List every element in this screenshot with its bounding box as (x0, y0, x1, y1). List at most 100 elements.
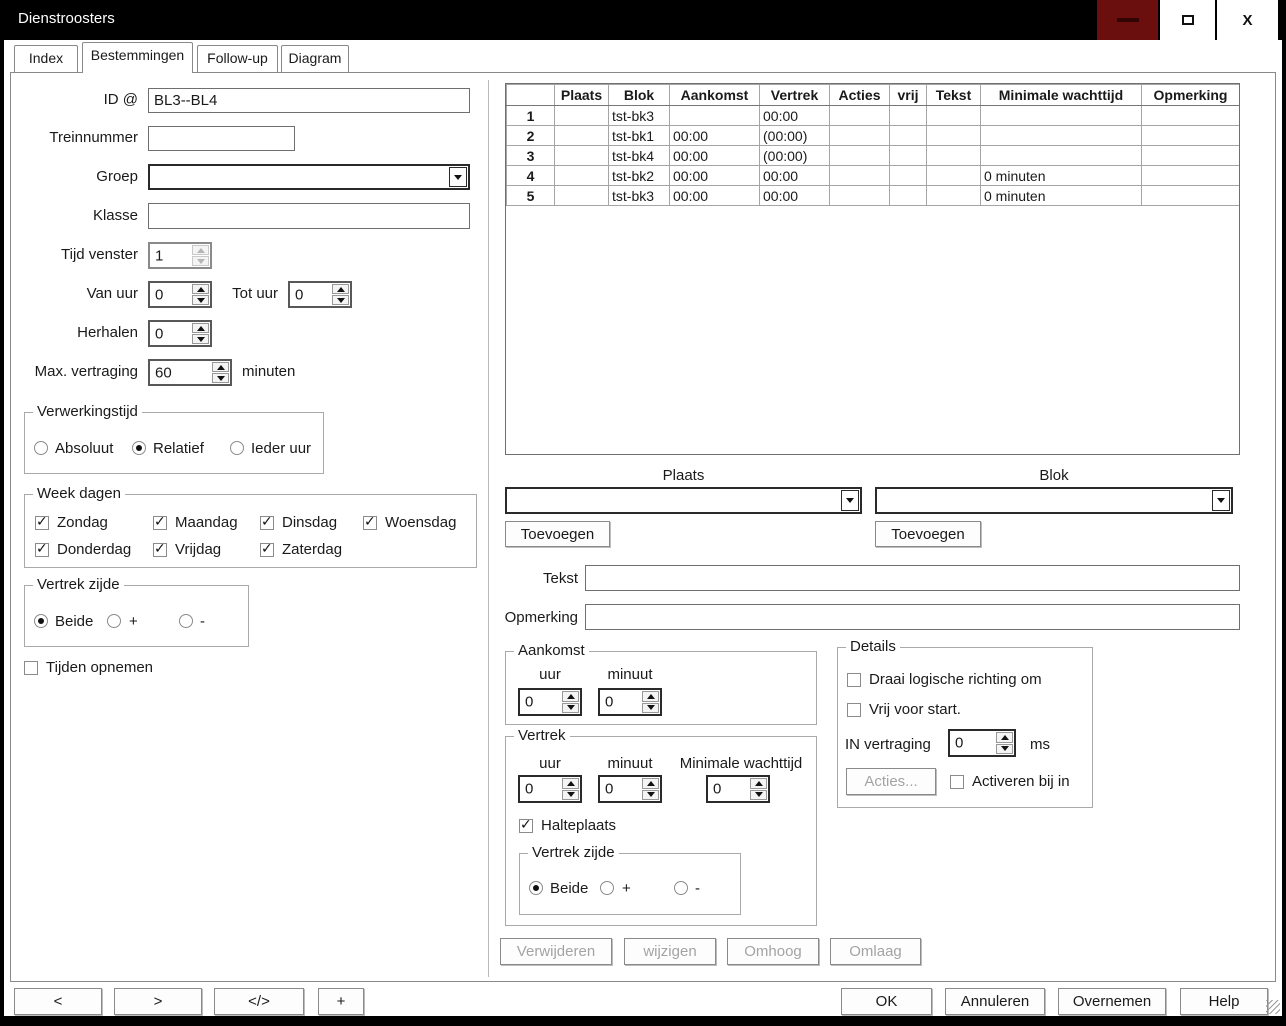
omlaag-button[interactable]: Omlaag (830, 938, 921, 965)
radio-vertrek-beide[interactable] (529, 881, 543, 895)
max-vertraging-spinner[interactable]: 60 (148, 359, 232, 386)
checkbox-donderdag[interactable]: ✓ (35, 543, 49, 557)
spinner-down-button[interactable] (562, 790, 579, 801)
checkbox-draai-logische-richting[interactable] (847, 673, 861, 687)
radio-beide[interactable] (34, 614, 48, 628)
spinner-down-button[interactable] (996, 744, 1013, 755)
spinner-down-button[interactable] (212, 373, 229, 383)
minimize-button[interactable] (1097, 0, 1158, 40)
spinner-up-button[interactable] (642, 778, 659, 789)
klasse-input[interactable] (148, 203, 470, 229)
spinner-up-button[interactable] (750, 778, 767, 789)
add-button[interactable]: + (318, 988, 364, 1015)
radio-plus[interactable] (107, 614, 121, 628)
groep-dropdown-button[interactable] (449, 167, 467, 187)
checkbox-halteplaats[interactable]: ✓ (519, 819, 533, 833)
radio-relatief[interactable] (132, 441, 146, 455)
radio-minus[interactable] (179, 614, 193, 628)
table-row[interactable]: 3 tst-bk4 00:00 (00:00) (507, 146, 1240, 166)
spinner-up-button[interactable] (192, 323, 209, 333)
tot-uur-spinner[interactable]: 0 (288, 281, 352, 308)
plaats-combobox[interactable] (505, 487, 862, 514)
maximize-button[interactable] (1160, 0, 1215, 40)
tekst-input[interactable] (585, 565, 1240, 591)
radio-ieder-uur[interactable] (230, 441, 244, 455)
tijd-venster-spinner[interactable]: 1 (148, 242, 212, 269)
blok-combobox[interactable] (875, 487, 1233, 514)
spinner-down-icon (647, 705, 655, 710)
checkbox-activeren-bij-in[interactable] (950, 775, 964, 789)
in-vertraging-spinner[interactable]: 0 (948, 729, 1016, 757)
table-row[interactable]: 4 tst-bk2 00:00 00:00 0 minuten (507, 166, 1240, 186)
spinner-down-button[interactable] (192, 295, 209, 305)
annuleren-button[interactable]: Annuleren (945, 988, 1045, 1015)
id-input[interactable] (148, 88, 470, 113)
radio-absoluut[interactable] (34, 441, 48, 455)
spinner-up-button[interactable] (642, 691, 659, 702)
table-row[interactable]: 1 tst-bk3 00:00 (507, 106, 1240, 126)
plaats-dropdown-button[interactable] (841, 490, 859, 511)
checkbox-woensdag[interactable]: ✓ (363, 516, 377, 530)
plaats-toevoegen-button[interactable]: Toevoegen (505, 521, 610, 547)
herhalen-spinner[interactable]: 0 (148, 320, 212, 347)
spinner-up-button[interactable] (562, 778, 579, 789)
treinnummer-input[interactable] (148, 126, 295, 151)
cell-plaats (555, 146, 609, 166)
spinner-up-button[interactable] (332, 284, 349, 294)
blok-toevoegen-button[interactable]: Toevoegen (875, 521, 981, 547)
tab-index[interactable]: Index (14, 45, 78, 72)
table-row[interactable]: 5 tst-bk3 00:00 00:00 0 minuten (507, 186, 1240, 206)
vertrek-minuut-spinner[interactable]: 0 (598, 775, 662, 803)
spinner-down-button[interactable] (750, 790, 767, 801)
checkbox-vrijdag[interactable]: ✓ (153, 543, 167, 557)
checkbox-vrij-voor-start[interactable] (847, 703, 861, 717)
tab-diagram[interactable]: Diagram (281, 45, 349, 72)
prev-button[interactable]: < (14, 988, 102, 1015)
omhoog-button[interactable]: Omhoog (727, 938, 819, 965)
herhalen-label: Herhalen (18, 324, 138, 342)
vertrek-uur-spinner[interactable]: 0 (518, 775, 582, 803)
checkbox-zaterdag[interactable]: ✓ (260, 543, 274, 557)
van-uur-spinner[interactable]: 0 (148, 281, 212, 308)
radio-vertrek-minus[interactable] (674, 881, 688, 895)
spinner-down-button[interactable] (192, 256, 209, 266)
wijzigen-button[interactable]: wijzigen (624, 938, 716, 965)
vertrek-minimale-wachttijd-spinner[interactable]: 0 (706, 775, 770, 803)
groep-combobox[interactable] (148, 164, 470, 190)
cell-aankomst: 00:00 (670, 186, 760, 206)
acties-button[interactable]: Acties... (846, 768, 936, 795)
close-button[interactable]: X (1217, 0, 1278, 40)
spinner-up-button[interactable] (996, 732, 1013, 743)
aankomst-uur-spinner[interactable]: 0 (518, 688, 582, 716)
spinner-up-button[interactable] (562, 691, 579, 702)
code-button[interactable]: </> (214, 988, 304, 1015)
verwijderen-button[interactable]: Verwijderen (500, 938, 612, 965)
overnemen-button[interactable]: Overnemen (1058, 988, 1166, 1015)
checkbox-dinsdag[interactable]: ✓ (260, 516, 274, 530)
resize-grip-icon[interactable] (1266, 1000, 1280, 1014)
checkbox-zondag[interactable]: ✓ (35, 516, 49, 530)
spinner-down-button[interactable] (642, 703, 659, 714)
cell-vertrek: 00:00 (760, 186, 830, 206)
spinner-down-button[interactable] (332, 295, 349, 305)
tab-follow-up[interactable]: Follow-up (197, 45, 278, 72)
aankomst-minuut-spinner[interactable]: 0 (598, 688, 662, 716)
checkbox-tijden-opnemen[interactable] (24, 661, 38, 675)
table-row[interactable]: 2 tst-bk1 00:00 (00:00) (507, 126, 1240, 146)
spinner-up-button[interactable] (192, 284, 209, 294)
checkmark-icon: ✓ (261, 513, 273, 530)
checkbox-maandag[interactable]: ✓ (153, 516, 167, 530)
spinner-up-button[interactable] (192, 245, 209, 255)
spinner-down-button[interactable] (642, 790, 659, 801)
radio-vertrek-plus[interactable] (600, 881, 614, 895)
tab-bestemmingen[interactable]: Bestemmingen (82, 42, 193, 73)
opmerking-input[interactable] (585, 604, 1240, 630)
help-button[interactable]: Help (1180, 988, 1268, 1015)
next-button[interactable]: > (114, 988, 202, 1015)
ok-button[interactable]: OK (841, 988, 932, 1015)
max-vertraging-unit-label: minuten (242, 363, 295, 381)
blok-dropdown-button[interactable] (1212, 490, 1230, 511)
spinner-up-button[interactable] (212, 362, 229, 372)
spinner-down-button[interactable] (562, 703, 579, 714)
spinner-down-button[interactable] (192, 334, 209, 344)
